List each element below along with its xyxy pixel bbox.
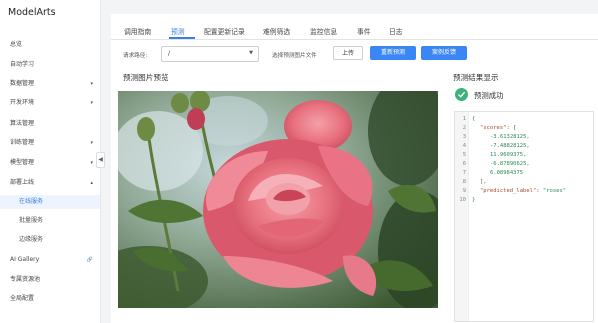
sidebar-item-online-service[interactable]: 在线服务 (0, 195, 100, 209)
json-key: "predicted_label" (480, 188, 537, 194)
sidebar-item-label: 数据管理 (10, 80, 35, 87)
sidebar-item-label: 模型管理 (10, 159, 35, 166)
sidebar-item-algorithm[interactable]: 算法管理 (0, 117, 100, 131)
json-punct: : [ (506, 125, 517, 131)
preview-image (118, 91, 438, 308)
sidebar: ModelArts 总览 自动学习 数据管理 ▾ 开发环境 ▾ 算法管理 训练管理 ▾… (0, 0, 101, 323)
line-number: 3 (462, 134, 466, 140)
sidebar-item-deploy[interactable]: 部署上线 ▴ (0, 176, 100, 190)
path-select-value: / (168, 50, 171, 57)
line-number: 2 (462, 125, 466, 131)
code-line: } (472, 197, 476, 203)
line-number: 6 (462, 161, 466, 167)
sidebar-item-overview[interactable]: 总览 (0, 38, 100, 52)
sidebar-item-label: 批量服务 (19, 217, 44, 224)
chevron-down-icon: ▾ (90, 100, 93, 106)
sidebar-item-dev-env[interactable]: 开发环境 ▾ (0, 96, 100, 110)
sidebar-item-label: 总览 (10, 41, 23, 48)
file-select-label: 选择预测图片文件 (272, 53, 317, 59)
prediction-status: 预测成功 (474, 91, 504, 100)
sidebar-item-dedicated-pool[interactable]: 专属资源池 (0, 273, 100, 287)
sidebar-item-training[interactable]: 训练管理 ▾ (0, 136, 100, 150)
sidebar-item-edge-service[interactable]: 边缘服务 (0, 233, 100, 247)
json-string: "roses" (542, 188, 567, 194)
json-punct: : (536, 188, 543, 194)
tab-monitoring[interactable]: 监控信息 (310, 26, 337, 36)
line-number: 7 (462, 170, 466, 176)
sidebar-collapse-button[interactable]: ◀ (96, 152, 105, 168)
line-number: 10 (459, 197, 466, 203)
main-panel: 调用指南 预测 配置更新记录 难例筛选 监控信息 事件 日志 请求路径: / ▼… (111, 14, 598, 323)
path-select[interactable]: / ▼ (161, 46, 259, 62)
json-key: "scores" (480, 125, 507, 131)
sidebar-item-model[interactable]: 模型管理 ▾ (0, 156, 100, 170)
line-number: 9 (462, 188, 466, 194)
sidebar-item-data-management[interactable]: 数据管理 ▾ (0, 77, 100, 91)
sidebar-item-label: 自动学习 (10, 61, 35, 68)
active-tab-indicator (169, 37, 195, 39)
sidebar-item-label: 边缘服务 (19, 236, 44, 243)
json-number: -7.48828125, (490, 143, 530, 149)
code-line: "predicted_label": "roses" (480, 188, 566, 194)
sidebar-item-label: 算法管理 (10, 120, 35, 127)
sidebar-item-global-config[interactable]: 全局配置 (0, 292, 100, 306)
sidebar-item-ai-gallery[interactable]: AI Gallery 🔗 (0, 253, 100, 267)
sidebar-item-label: AI Gallery (10, 256, 40, 263)
case-feedback-button[interactable]: 案例反馈 (421, 46, 467, 60)
upload-button[interactable]: 上传 (333, 46, 363, 60)
sidebar-item-label: 训练管理 (10, 139, 35, 146)
json-number: 6.08984375 (490, 170, 524, 176)
chevron-down-icon: ▾ (90, 81, 93, 87)
success-check-icon (455, 88, 468, 101)
tab-bar: 调用指南 预测 配置更新记录 难例筛选 监控信息 事件 日志 (111, 22, 598, 40)
tab-hard-example[interactable]: 难例筛选 (263, 26, 290, 36)
chevron-down-icon: ▾ (90, 140, 93, 146)
sidebar-item-auto-learning[interactable]: 自动学习 (0, 58, 100, 72)
tab-call-guide[interactable]: 调用指南 (124, 26, 151, 36)
external-link-icon: 🔗 (86, 257, 93, 263)
sidebar-item-label: 部署上线 (10, 179, 35, 186)
tab-events[interactable]: 事件 (357, 26, 371, 36)
result-title: 预测结果显示 (453, 73, 499, 82)
sidebar-item-label: 在线服务 (19, 198, 44, 205)
chevron-down-icon: ▼ (249, 50, 253, 56)
line-number: 1 (462, 116, 466, 122)
repredict-button[interactable]: 重新预测 (370, 46, 416, 60)
sidebar-item-label: 专属资源池 (10, 276, 41, 283)
chevron-up-icon: ▴ (90, 180, 93, 186)
brand-title: ModelArts (8, 7, 56, 18)
json-number: -3.61328125, (490, 134, 530, 140)
preview-title: 预测图片预览 (123, 73, 169, 82)
json-number: -6.87890625, (490, 161, 530, 167)
line-number: 4 (462, 143, 466, 149)
tab-config-history[interactable]: 配置更新记录 (204, 26, 245, 36)
line-number: 8 (462, 179, 466, 185)
sidebar-item-batch-service[interactable]: 批量服务 (0, 214, 100, 228)
rose-image (118, 91, 438, 308)
path-label: 请求路径: (123, 53, 148, 59)
predict-toolbar: 请求路径: / ▼ 选择预测图片文件 上传 重新预测 案例反馈 (111, 46, 598, 62)
tab-predict[interactable]: 预测 (171, 26, 185, 36)
tab-logs[interactable]: 日志 (389, 26, 403, 36)
chevron-down-icon: ▾ (90, 160, 93, 166)
sidebar-item-label: 开发环境 (10, 99, 35, 106)
json-number: 11.9609375, (490, 152, 527, 158)
code-line: "scores": [ (480, 125, 516, 131)
line-number: 5 (462, 152, 466, 158)
sidebar-item-label: 全局配置 (10, 295, 35, 302)
code-line: { (472, 116, 476, 122)
code-line: ], (480, 179, 487, 185)
result-json-viewer[interactable]: 1 2 3 4 5 6 7 8 9 10 { "scores": [ -3.61… (454, 111, 594, 322)
